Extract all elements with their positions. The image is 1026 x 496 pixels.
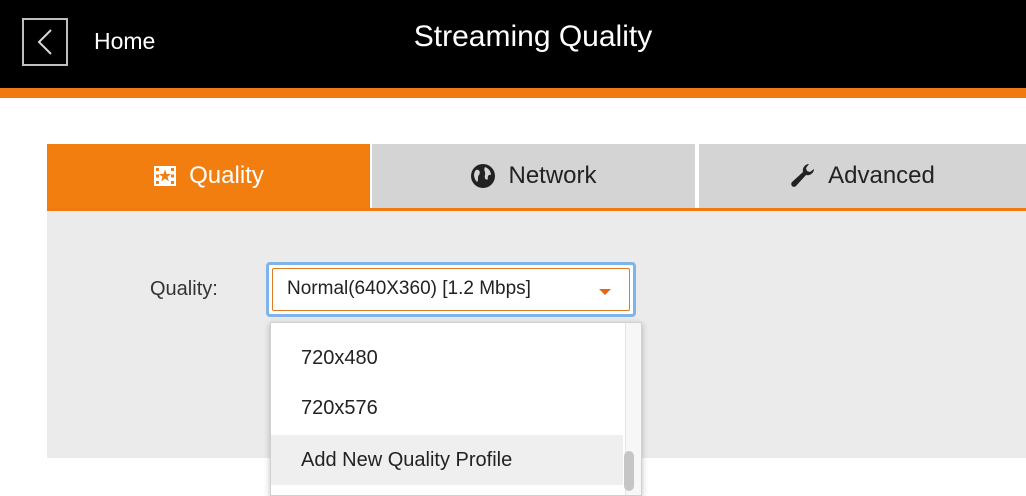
wrench-icon [790,163,816,189]
dropdown-option-720x576[interactable]: 720x576 [271,383,623,433]
tab-advanced[interactable]: Advanced [699,144,1026,208]
quality-dropdown-menu: 720x480 720x576 Add New Quality Profile [270,322,642,496]
page-title: Streaming Quality [413,20,653,53]
globe-icon [470,163,496,189]
dropdown-option-add-new-profile[interactable]: Add New Quality Profile [271,435,623,485]
tab-advanced-label: Advanced [828,162,935,189]
tab-network[interactable]: Network [372,144,695,208]
tab-bar: Quality Network Advanced [47,144,1026,208]
quality-label: Quality: [150,278,218,300]
tab-network-label: Network [508,162,597,189]
film-star-icon [153,165,177,187]
quality-select[interactable]: Normal(640X360) [1.2 Mbps] [266,262,636,317]
dropdown-option-720x480[interactable]: 720x480 [271,333,623,383]
tab-quality-label: Quality [189,162,264,189]
quality-select-inner: Normal(640X360) [1.2 Mbps] [272,268,630,311]
dropdown-scrollbar-thumb[interactable] [624,451,634,491]
tab-quality[interactable]: Quality [47,144,370,208]
accent-divider [0,88,1026,98]
caret-down-icon [599,289,611,295]
quality-select-value: Normal(640X360) [1.2 Mbps] [287,278,531,299]
